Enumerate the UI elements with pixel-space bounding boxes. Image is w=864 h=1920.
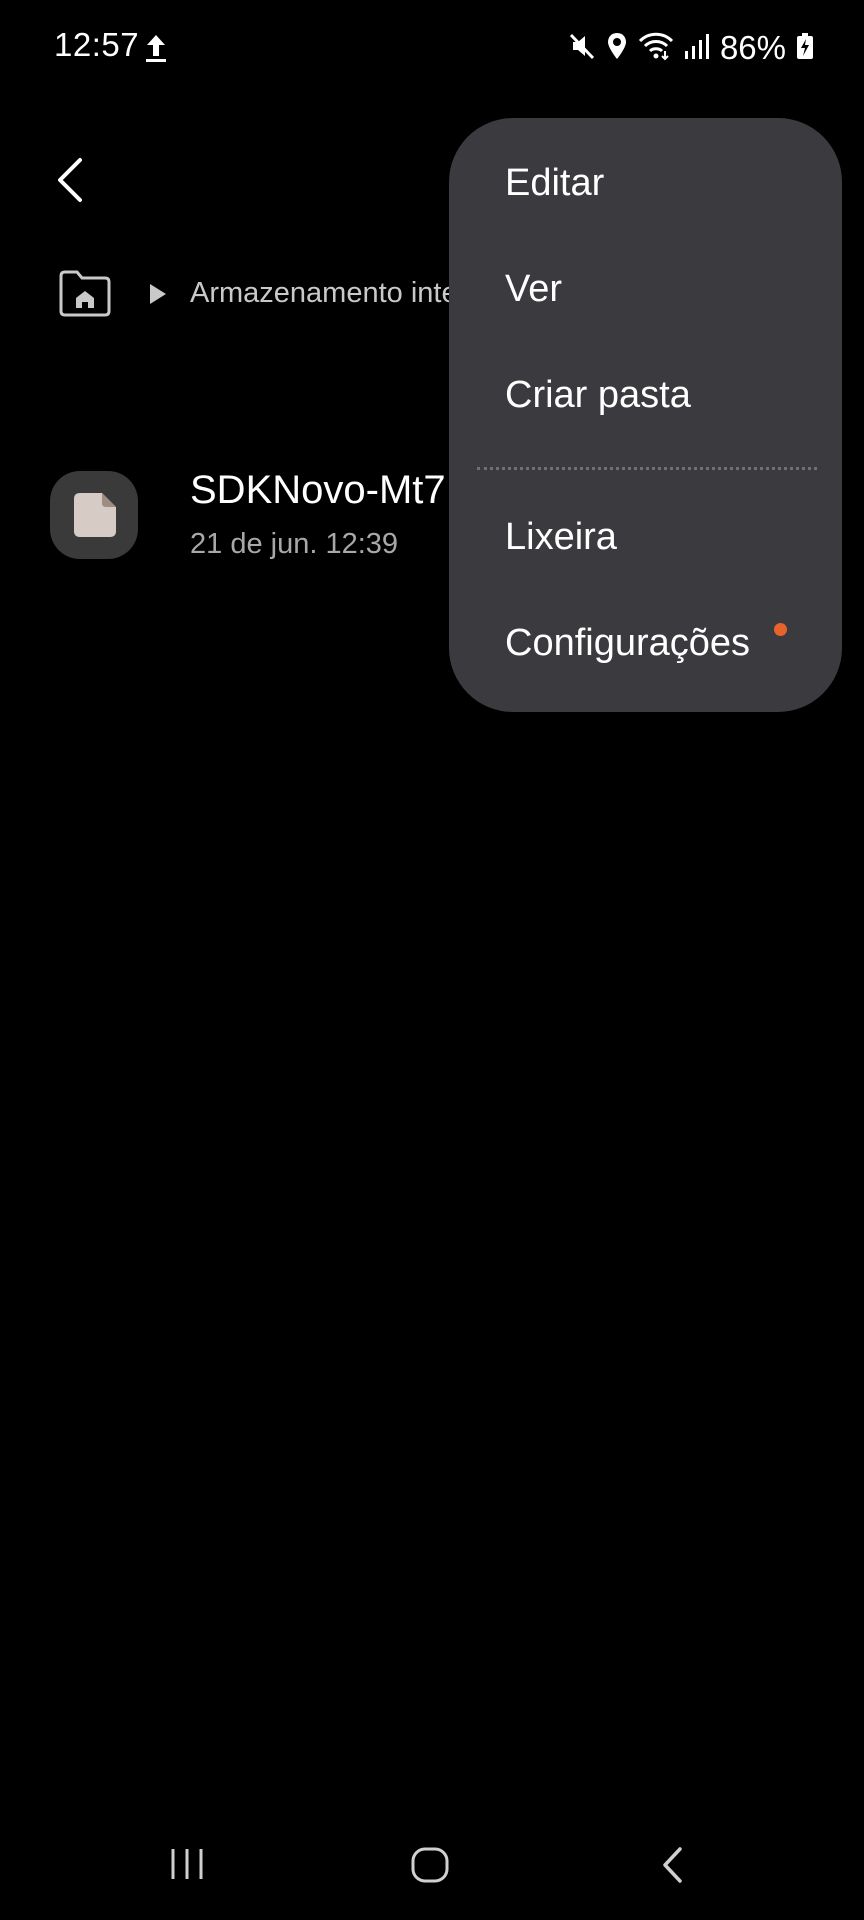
file-date: 21 de jun. 12:39 bbox=[190, 528, 399, 560]
battery-charging-icon bbox=[796, 31, 814, 66]
breadcrumb-arrow-icon bbox=[148, 283, 168, 305]
menu-divider bbox=[477, 467, 817, 470]
menu-item-ver[interactable]: Ver bbox=[505, 268, 562, 311]
status-time: 12:57 bbox=[54, 26, 140, 63]
mute-icon bbox=[568, 31, 596, 66]
wifi-icon bbox=[638, 31, 674, 66]
menu-item-configuracoes[interactable]: Configurações bbox=[505, 622, 750, 665]
document-icon bbox=[74, 493, 116, 537]
recents-button[interactable] bbox=[168, 1847, 208, 1886]
home-button[interactable] bbox=[410, 1846, 450, 1889]
location-icon bbox=[606, 31, 628, 66]
back-button[interactable] bbox=[48, 150, 96, 210]
menu-item-editar[interactable]: Editar bbox=[505, 162, 604, 205]
file-thumbnail bbox=[50, 471, 138, 559]
navigation-bar bbox=[0, 1820, 864, 1920]
new-indicator-dot bbox=[774, 623, 787, 636]
file-name: SDKNovo-Mt7 bbox=[190, 468, 446, 512]
status-icons: 86% bbox=[558, 28, 814, 68]
status-bar: 12:57 86% bbox=[0, 0, 864, 96]
signal-icon bbox=[684, 31, 710, 66]
back-arrow-icon bbox=[58, 158, 82, 202]
breadcrumb: Armazenamento interno bbox=[56, 268, 476, 322]
overflow-menu: Editar Ver Criar pasta Lixeira Configura… bbox=[449, 118, 842, 712]
battery-percentage: 86% bbox=[719, 29, 786, 66]
menu-item-lixeira[interactable]: Lixeira bbox=[505, 516, 617, 559]
menu-item-criar-pasta[interactable]: Criar pasta bbox=[505, 374, 691, 417]
home-icon bbox=[411, 1847, 449, 1883]
nav-back-icon bbox=[663, 1847, 682, 1883]
breadcrumb-label[interactable]: Armazenamento interno bbox=[190, 277, 476, 310]
upload-icon bbox=[144, 33, 168, 63]
home-folder-icon[interactable] bbox=[56, 268, 114, 320]
recents-icon bbox=[171, 1849, 203, 1879]
nav-back-button[interactable] bbox=[658, 1846, 688, 1889]
